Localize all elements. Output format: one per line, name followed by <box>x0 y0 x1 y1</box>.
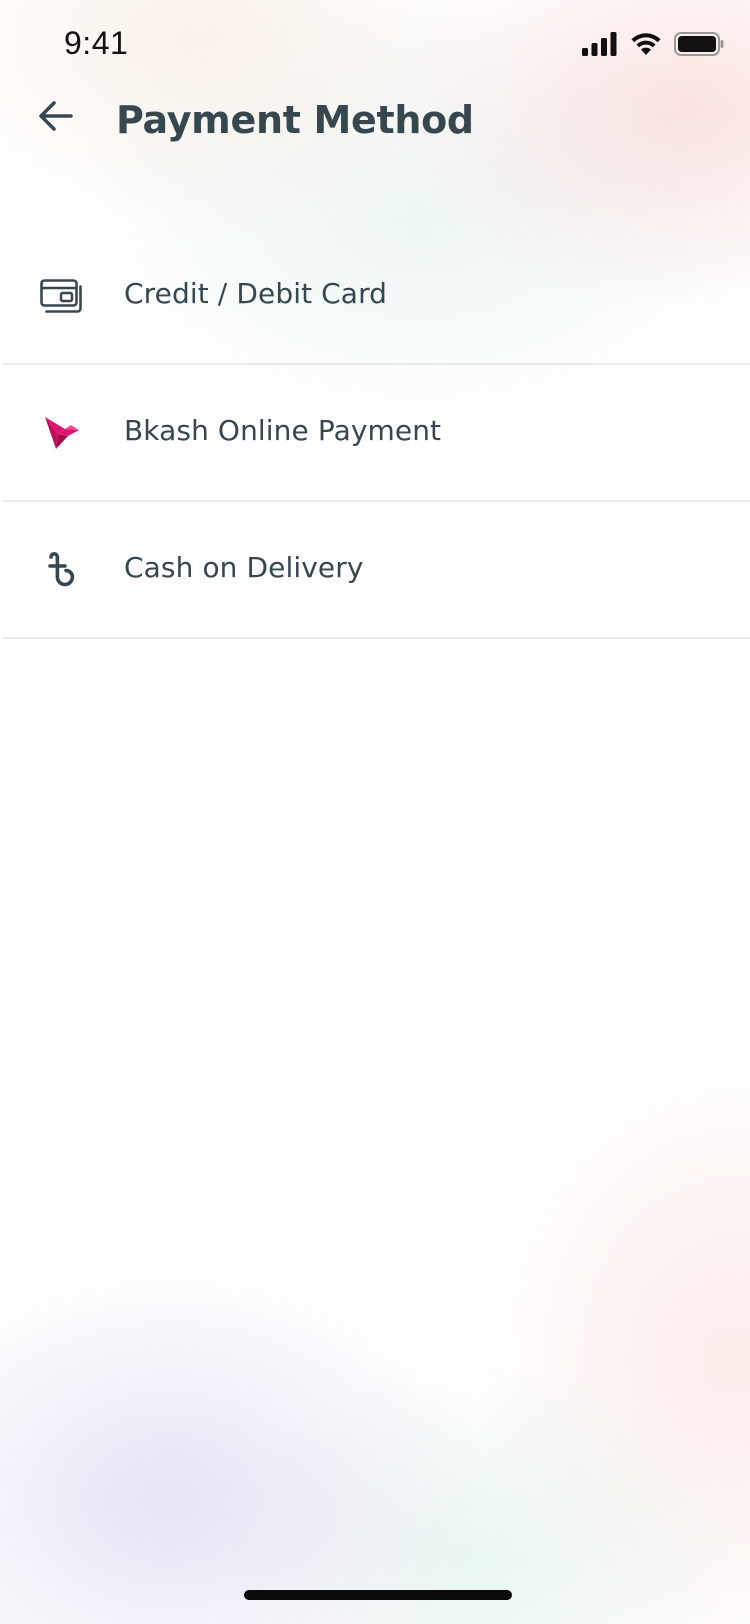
signal-icon <box>582 32 618 60</box>
payment-method-screen: 9:41 Payment Method Credit / Debit Card … <box>0 0 750 1624</box>
payment-option-bkash[interactable]: Bkash Online Payment <box>3 365 750 502</box>
credit-card-icon <box>39 274 83 318</box>
arrow-left-icon <box>38 100 74 136</box>
payment-option-label: Cash on Delivery <box>124 551 364 584</box>
status-icons <box>582 32 724 60</box>
bkash-bird-icon <box>39 411 83 455</box>
status-time: 9:41 <box>64 25 129 61</box>
payment-option-card[interactable]: Credit / Debit Card <box>3 228 750 365</box>
back-button[interactable] <box>28 90 84 146</box>
header: Payment Method <box>0 88 750 248</box>
payment-option-label: Credit / Debit Card <box>124 277 388 310</box>
status-bar: 9:41 <box>0 0 750 88</box>
home-indicator[interactable] <box>244 1590 512 1600</box>
page-title: Payment Method <box>116 98 474 142</box>
taka-icon <box>39 548 83 592</box>
payment-method-list: Credit / Debit Card Bkash Online Payment <box>3 228 750 639</box>
payment-option-label: Bkash Online Payment <box>124 414 442 447</box>
battery-icon <box>674 32 724 60</box>
payment-option-cod[interactable]: Cash on Delivery <box>3 502 750 639</box>
wifi-icon <box>630 32 662 60</box>
